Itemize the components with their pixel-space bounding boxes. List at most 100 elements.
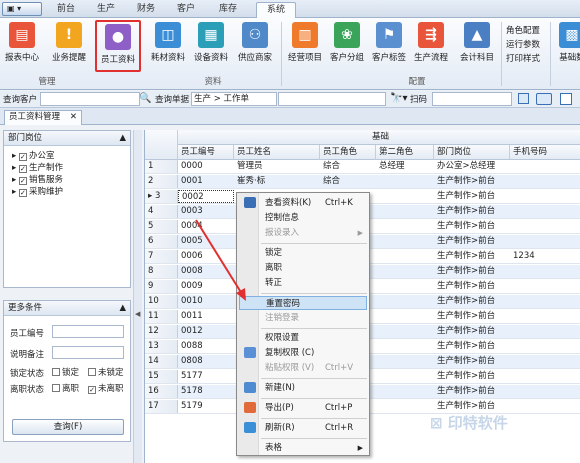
unlocked-checkbox[interactable]: 未锁定 bbox=[88, 366, 124, 378]
tab-inventory[interactable]: 库存 bbox=[212, 2, 244, 18]
splitter-arrow-icon[interactable]: ◀ bbox=[135, 310, 140, 318]
cell-dept[interactable]: 生产制作>前台 bbox=[434, 175, 510, 188]
business-items-button[interactable]: ▥ 经营项目 bbox=[284, 20, 326, 72]
order-search-input[interactable] bbox=[278, 92, 386, 106]
menu-item[interactable]: 查看资料(K) Ctrl+K bbox=[239, 196, 367, 210]
splitter[interactable]: ◀ bbox=[133, 130, 142, 463]
cell-phone[interactable] bbox=[510, 190, 580, 203]
cell-employee-no[interactable]: 0010 bbox=[178, 295, 234, 308]
cell-employee-no[interactable]: 0002 bbox=[178, 190, 234, 203]
cell-dept[interactable]: 生产制作>前台 bbox=[434, 250, 510, 263]
binoculars-icon[interactable]: 🔭▾ bbox=[390, 93, 407, 104]
accounting-subject-button[interactable]: ▲ 会计科目 bbox=[456, 20, 498, 72]
cell-employee-name[interactable]: 崔秀·标 bbox=[234, 175, 320, 188]
business-reminder-button[interactable]: ! 业务提醒 bbox=[48, 20, 90, 72]
display-mode-icon[interactable] bbox=[536, 93, 552, 105]
cell-dept[interactable]: 生产制作>前台 bbox=[434, 325, 510, 338]
cell-second-role[interactable] bbox=[376, 175, 434, 188]
menu-item[interactable]: 新建(N) bbox=[239, 381, 367, 395]
query-button[interactable]: 查询(F) bbox=[12, 419, 124, 435]
checkbox-checked-icon[interactable]: ✓ bbox=[18, 153, 27, 161]
cell-dept[interactable]: 生产制作>前台 bbox=[434, 295, 510, 308]
cell-phone[interactable] bbox=[510, 385, 580, 398]
cell-employee-no[interactable]: 0001 bbox=[178, 175, 234, 188]
cell-second-role[interactable]: 总经理 bbox=[376, 160, 434, 173]
cell-employee-no[interactable]: 0808 bbox=[178, 355, 234, 368]
supplier-button[interactable]: ⚇ 供应商家 bbox=[234, 20, 276, 72]
tab-customer[interactable]: 客户 bbox=[170, 2, 202, 18]
cell-phone[interactable] bbox=[510, 340, 580, 353]
col-header-role[interactable]: 员工角色 bbox=[320, 145, 376, 160]
cell-phone[interactable] bbox=[510, 310, 580, 323]
cell-second-role[interactable] bbox=[376, 220, 434, 233]
cell-employee-no[interactable]: 5177 bbox=[178, 370, 234, 383]
menu-item[interactable]: 重置密码 bbox=[239, 296, 367, 310]
basic-data-button[interactable]: ▩ 基础数 bbox=[552, 20, 580, 72]
cell-phone[interactable] bbox=[510, 235, 580, 248]
employee-data-button[interactable]: ● 员工资料 bbox=[95, 20, 141, 72]
tab-finance[interactable]: 财务 bbox=[130, 2, 162, 18]
layout-icon[interactable] bbox=[560, 93, 572, 105]
checkbox-checked-icon[interactable]: ✓ bbox=[18, 165, 27, 173]
col-header-phone[interactable]: 手机号码 bbox=[510, 145, 580, 160]
close-icon[interactable]: ✕ bbox=[70, 111, 77, 124]
order-type-select[interactable]: 生产 > 工作单 bbox=[191, 92, 277, 106]
consumables-button[interactable]: ◫ 耗材资料 bbox=[147, 20, 189, 72]
cell-employee-no[interactable]: 5179 bbox=[178, 400, 234, 413]
cell-employee-no[interactable]: 0005 bbox=[178, 235, 234, 248]
dept-tree-item[interactable]: ▸ ✓ 采购维护 bbox=[12, 186, 130, 198]
print-style-button[interactable]: 打印样式 bbox=[506, 52, 540, 64]
menu-item[interactable]: 控制信息 bbox=[239, 211, 367, 225]
menu-item[interactable]: 锁定 bbox=[239, 246, 367, 260]
customer-group-button[interactable]: ❀ 客户分组 bbox=[326, 20, 368, 72]
role-config-button[interactable]: 角色配置 bbox=[506, 24, 540, 36]
cell-phone[interactable] bbox=[510, 220, 580, 233]
col-header-second-role[interactable]: 第二角色 bbox=[376, 145, 434, 160]
cell-dept[interactable]: 办公室>总经理 bbox=[434, 160, 510, 173]
cell-dept[interactable]: 生产制作>前台 bbox=[434, 205, 510, 218]
cell-phone[interactable] bbox=[510, 175, 580, 188]
dept-tree-item[interactable]: ▸ ✓ 销售服务 bbox=[12, 174, 130, 186]
note-input[interactable] bbox=[52, 346, 124, 359]
cell-employee-no[interactable]: 0088 bbox=[178, 340, 234, 353]
cell-second-role[interactable] bbox=[376, 205, 434, 218]
cell-employee-no[interactable]: 0012 bbox=[178, 325, 234, 338]
cell-phone[interactable] bbox=[510, 205, 580, 218]
cell-employee-no[interactable]: 0000 bbox=[178, 160, 234, 173]
cell-role[interactable]: 综合 bbox=[320, 160, 376, 173]
cell-second-role[interactable] bbox=[376, 355, 434, 368]
app-menu-button[interactable]: ▣ ▾ bbox=[2, 2, 42, 16]
col-header-employee-name[interactable]: 员工姓名 bbox=[234, 145, 320, 160]
cell-phone[interactable] bbox=[510, 355, 580, 368]
cell-employee-no[interactable]: 0006 bbox=[178, 250, 234, 263]
cell-phone[interactable] bbox=[510, 325, 580, 338]
cell-phone[interactable] bbox=[510, 370, 580, 383]
cell-dept[interactable]: 生产制作>前台 bbox=[434, 220, 510, 233]
menu-item[interactable]: 复制权限 (C) bbox=[239, 346, 367, 360]
dept-tree-item[interactable]: ▸ ✓ 生产制作 bbox=[12, 162, 130, 174]
cell-dept[interactable]: 生产制作>前台 bbox=[434, 190, 510, 203]
menu-item[interactable]: 导出(P) Ctrl+P bbox=[239, 401, 367, 415]
left-job-checkbox[interactable]: 离职 bbox=[52, 382, 79, 394]
equipment-button[interactable]: ▦ 设备资料 bbox=[190, 20, 232, 72]
employee-management-tab[interactable]: 员工资料管理 ✕ bbox=[4, 110, 82, 125]
cell-phone[interactable] bbox=[510, 160, 580, 173]
cell-employee-no[interactable]: 0008 bbox=[178, 265, 234, 278]
cell-dept[interactable]: 生产制作>前台 bbox=[434, 355, 510, 368]
run-params-button[interactable]: 运行参数 bbox=[506, 38, 540, 50]
menu-item[interactable]: 权限设置 bbox=[239, 331, 367, 345]
cell-second-role[interactable] bbox=[376, 280, 434, 293]
cell-second-role[interactable] bbox=[376, 265, 434, 278]
cell-second-role[interactable] bbox=[376, 190, 434, 203]
cell-employee-no[interactable]: 0009 bbox=[178, 280, 234, 293]
cell-role[interactable]: 综合 bbox=[320, 175, 376, 188]
col-header-employee-no[interactable]: 员工编号 bbox=[178, 145, 234, 160]
cell-second-role[interactable] bbox=[376, 385, 434, 398]
checkbox-checked-icon[interactable]: ✓ bbox=[18, 189, 27, 197]
customer-search-input[interactable] bbox=[40, 92, 140, 106]
cell-dept[interactable]: 生产制作>前台 bbox=[434, 235, 510, 248]
cell-second-role[interactable] bbox=[376, 325, 434, 338]
cell-second-role[interactable] bbox=[376, 250, 434, 263]
cell-phone[interactable]: 1234 bbox=[510, 250, 580, 263]
cell-dept[interactable]: 生产制作>前台 bbox=[434, 265, 510, 278]
